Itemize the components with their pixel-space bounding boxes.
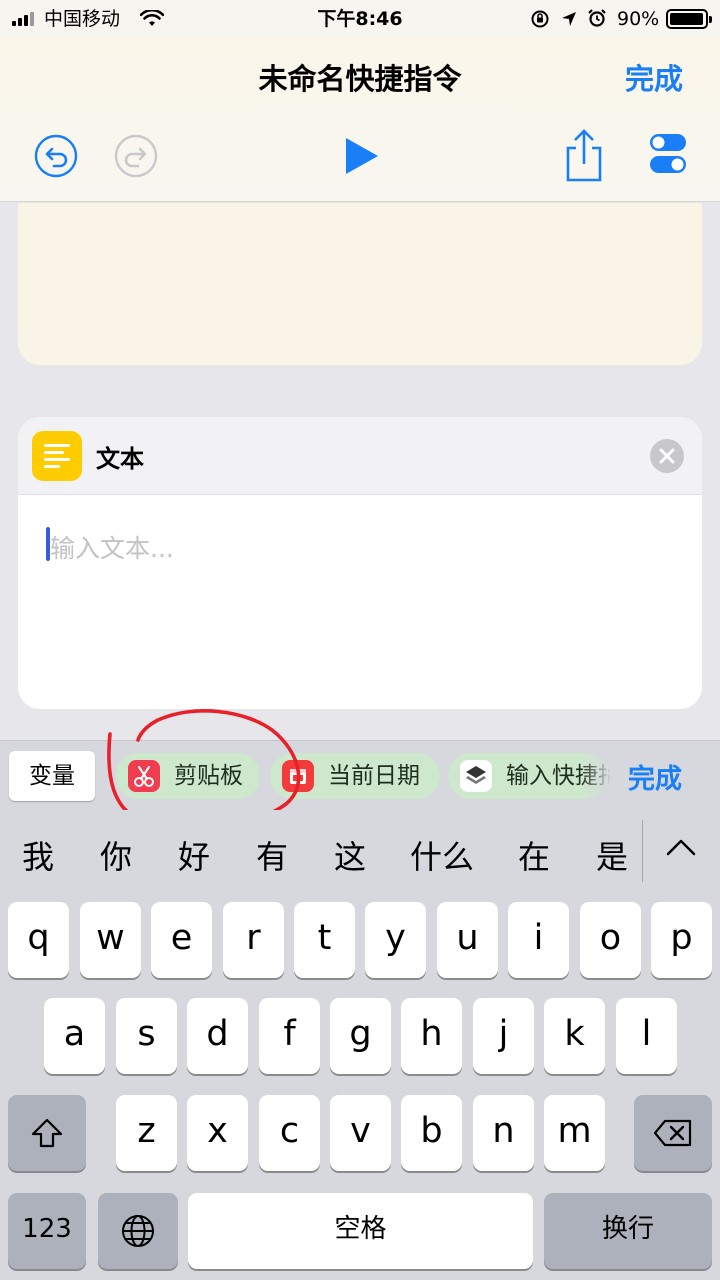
- key-p[interactable]: p: [651, 902, 712, 978]
- chip-fade: [580, 751, 612, 801]
- key-e[interactable]: e: [151, 902, 212, 978]
- battery-icon: [666, 9, 712, 29]
- toggle-settings-icon[interactable]: [648, 132, 688, 176]
- key-q[interactable]: q: [8, 902, 69, 978]
- delete-key[interactable]: [634, 1095, 712, 1171]
- location-icon: [562, 12, 576, 26]
- layers-icon: [460, 760, 492, 792]
- key-v[interactable]: v: [330, 1095, 391, 1171]
- candidate-word[interactable]: 这: [334, 832, 366, 878]
- candidate-word[interactable]: 在: [518, 832, 550, 878]
- key-m[interactable]: m: [544, 1095, 605, 1171]
- key-r[interactable]: r: [223, 902, 284, 978]
- key-x[interactable]: x: [187, 1095, 248, 1171]
- remove-action-button[interactable]: [650, 439, 684, 473]
- close-icon: [659, 448, 675, 464]
- key-l[interactable]: l: [616, 998, 677, 1074]
- key-g[interactable]: g: [330, 998, 391, 1074]
- text-lines-icon: [32, 431, 82, 481]
- key-t[interactable]: t: [294, 902, 355, 978]
- key-w[interactable]: w: [80, 902, 141, 978]
- candidate-bar: 我 你 好 有 这 什么 在 是: [0, 810, 720, 900]
- previous-action-card[interactable]: [18, 203, 702, 365]
- chevron-up-icon[interactable]: [664, 836, 698, 858]
- chip-label: 当前日期: [328, 763, 420, 789]
- key-f[interactable]: f: [259, 998, 320, 1074]
- candidate-word[interactable]: 有: [256, 832, 288, 878]
- candidate-word[interactable]: 好: [178, 832, 210, 878]
- key-o[interactable]: o: [580, 902, 641, 978]
- alarm-icon: [588, 9, 606, 27]
- shift-icon: [31, 1118, 63, 1148]
- key-k[interactable]: k: [544, 998, 605, 1074]
- space-key[interactable]: 空格: [188, 1193, 533, 1269]
- actions-list: 文本 输入文本...: [0, 203, 720, 740]
- key-y[interactable]: y: [365, 902, 426, 978]
- key-z[interactable]: z: [116, 1095, 177, 1171]
- text-input-area[interactable]: 输入文本...: [46, 513, 666, 683]
- orientation-lock-icon: [531, 10, 549, 28]
- numbers-key[interactable]: 123: [8, 1193, 86, 1269]
- status-bar: 中国移动 下午8:46 90%: [0, 0, 720, 38]
- share-icon[interactable]: [562, 128, 606, 184]
- backspace-icon: [653, 1119, 692, 1147]
- editor-header: 未命名快捷指令 完成: [0, 38, 720, 202]
- candidate-divider: [642, 820, 643, 882]
- text-placeholder: 输入文本...: [50, 534, 174, 563]
- candidate-word[interactable]: 什么: [410, 832, 474, 878]
- key-j[interactable]: j: [473, 998, 534, 1074]
- key-b[interactable]: b: [401, 1095, 462, 1171]
- action-header: 文本: [18, 417, 702, 495]
- shortcut-title[interactable]: 未命名快捷指令: [0, 56, 720, 98]
- action-title: 文本: [96, 445, 144, 473]
- key-h[interactable]: h: [401, 998, 462, 1074]
- undo-icon[interactable]: [32, 132, 80, 180]
- battery-label: 90%: [617, 8, 660, 30]
- key-n[interactable]: n: [473, 1095, 534, 1171]
- text-action-card[interactable]: 文本 输入文本...: [18, 417, 702, 709]
- play-icon[interactable]: [338, 132, 386, 180]
- key-s[interactable]: s: [116, 998, 177, 1074]
- key-i[interactable]: i: [508, 902, 569, 978]
- return-key[interactable]: 换行: [544, 1193, 712, 1269]
- key-d[interactable]: d: [187, 998, 248, 1074]
- variables-done-button[interactable]: 完成: [628, 757, 682, 796]
- clock-label: 下午8:46: [317, 8, 403, 30]
- key-c[interactable]: c: [259, 1095, 320, 1171]
- key-a[interactable]: a: [44, 998, 105, 1074]
- variables-button[interactable]: 变量: [9, 751, 95, 801]
- key-u[interactable]: u: [437, 902, 498, 978]
- candidate-word[interactable]: 我: [22, 832, 54, 878]
- shift-key[interactable]: [8, 1095, 86, 1171]
- candidate-word[interactable]: 你: [100, 832, 132, 878]
- redo-icon[interactable]: [112, 132, 160, 180]
- keyboard: q w e r t y u i o p a s d f g h j k l z …: [0, 890, 720, 1280]
- globe-icon: [122, 1215, 154, 1247]
- globe-key[interactable]: [98, 1193, 178, 1269]
- candidate-word[interactable]: 是: [596, 832, 628, 878]
- done-button[interactable]: 完成: [625, 56, 683, 98]
